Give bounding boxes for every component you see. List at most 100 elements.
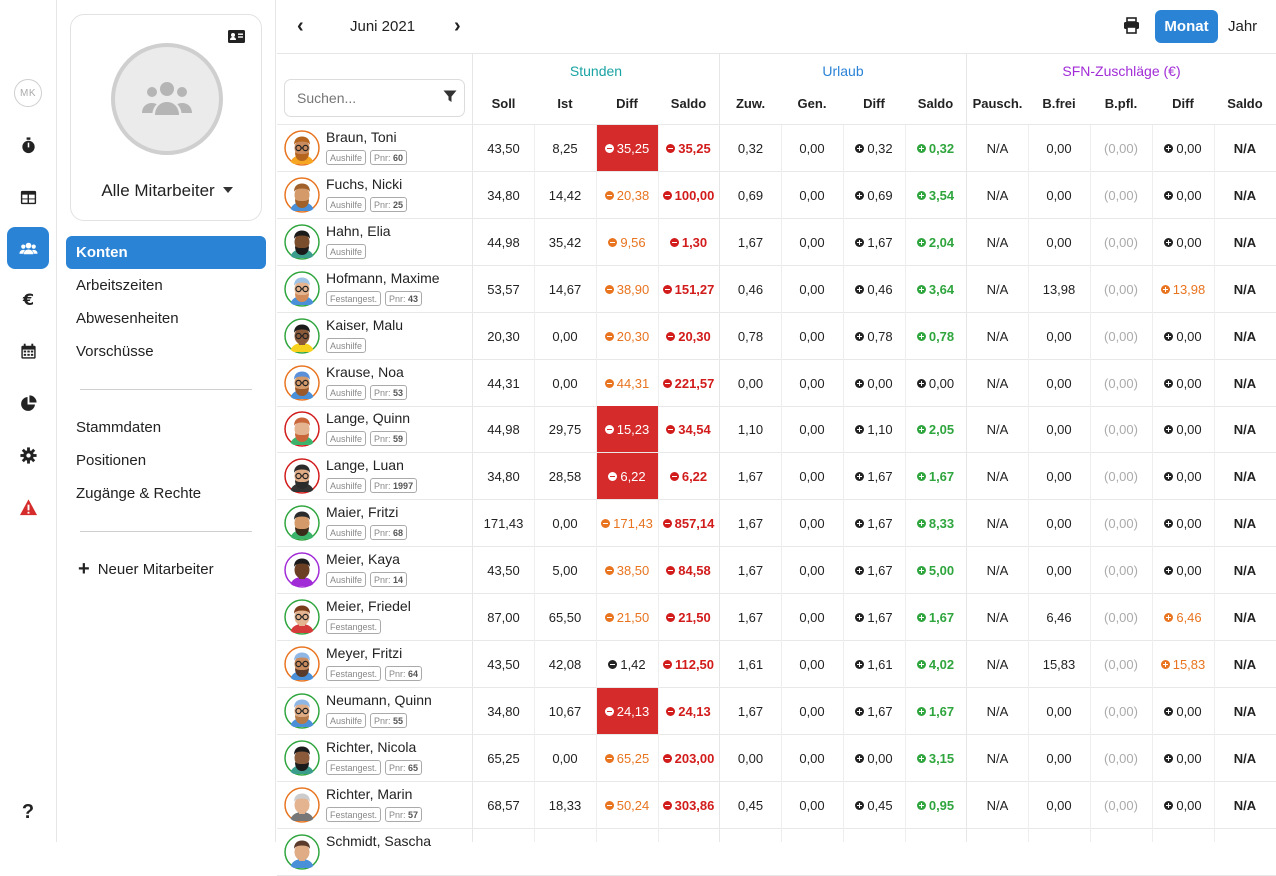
plus-circle-icon bbox=[855, 425, 865, 434]
cell-value: 100,00 bbox=[674, 188, 715, 203]
gear-icon[interactable] bbox=[7, 434, 49, 476]
employee-avatar bbox=[284, 552, 320, 588]
cell-sdiff: 0,00 bbox=[1152, 360, 1214, 407]
employee-name[interactable]: Braun, Toni bbox=[326, 129, 397, 145]
table-row[interactable]: Lange, Quinn Aushilfe Pnr: 59 44,98 29,75 15,… bbox=[277, 406, 1276, 453]
nav-arbeitszeiten[interactable]: Arbeitszeiten bbox=[66, 269, 266, 302]
cell-value: N/A bbox=[1233, 329, 1257, 344]
table-row[interactable]: Braun, Toni Aushilfe Pnr: 60 43,50 8,25 35,25… bbox=[277, 125, 1276, 172]
new-employee-button[interactable]: + Neuer Mitarbeiter bbox=[78, 559, 214, 579]
calendar-icon[interactable] bbox=[7, 330, 49, 372]
current-month: Juni 2021 bbox=[350, 18, 416, 35]
cell-saldo: 100,00 bbox=[658, 172, 719, 219]
cell-sdiff: 0,00 bbox=[1152, 406, 1214, 453]
cell-bpfl: (0,00) bbox=[1090, 782, 1152, 829]
employee-name[interactable]: Neumann, Quinn bbox=[326, 692, 432, 708]
cell-sdiff: 0,00 bbox=[1152, 172, 1214, 219]
plus-circle-icon bbox=[916, 660, 926, 669]
employee-name[interactable]: Krause, Noa bbox=[326, 364, 404, 380]
employment-type-badge: Festangest. bbox=[326, 291, 382, 306]
month-view-button[interactable]: Monat bbox=[1155, 10, 1218, 43]
cell-value: 87,00 bbox=[487, 610, 520, 625]
table-row[interactable]: Schmidt, Sascha bbox=[277, 829, 1276, 876]
nav-konten[interactable]: Konten bbox=[66, 236, 266, 269]
cell-ssaldo: N/A bbox=[1214, 360, 1276, 407]
column-header: B.frei bbox=[1042, 96, 1076, 111]
table-row[interactable]: Maier, Fritzi Aushilfe Pnr: 68 171,43 0,00 17… bbox=[277, 500, 1276, 547]
year-view-button[interactable]: Jahr bbox=[1228, 10, 1257, 43]
employee-selector[interactable]: Alle Mitarbeiter bbox=[71, 181, 263, 201]
next-month-button[interactable]: › bbox=[454, 16, 461, 36]
table-row[interactable]: Meyer, Fritzi Festangest. Pnr: 64 43,50 42,0… bbox=[277, 641, 1276, 688]
plus-circle-icon bbox=[855, 613, 865, 622]
pie-chart-icon[interactable] bbox=[7, 382, 49, 424]
cell-value: N/A bbox=[1233, 798, 1257, 813]
employee-name[interactable]: Richter, Marin bbox=[326, 786, 412, 802]
nav-stammdaten[interactable]: Stammdaten bbox=[66, 411, 266, 444]
nav-abwesenheiten[interactable]: Abwesenheiten bbox=[66, 302, 266, 335]
cell-value: 14,67 bbox=[548, 282, 582, 297]
employee-name[interactable]: Maier, Fritzi bbox=[326, 504, 398, 520]
cell-pausch: N/A bbox=[967, 125, 1028, 172]
cell-zuw: 0,45 bbox=[720, 782, 781, 829]
employee-name[interactable]: Kaiser, Malu bbox=[326, 317, 403, 333]
users-icon[interactable] bbox=[7, 227, 49, 269]
euro-icon[interactable]: € bbox=[7, 278, 49, 320]
employee-name[interactable]: Lange, Quinn bbox=[326, 410, 410, 426]
table-row[interactable]: Lange, Luan Aushilfe Pnr: 1997 34,80 28,58 6,… bbox=[277, 453, 1276, 500]
cell-gen: 0,00 bbox=[781, 594, 843, 641]
employee-name[interactable]: Hahn, Elia bbox=[326, 223, 391, 239]
table-row[interactable]: Hahn, Elia Aushilfe 44,98 35,42 9,56 1,30 1,67… bbox=[277, 219, 1276, 266]
employee-name[interactable]: Hofmann, Maxime bbox=[326, 270, 440, 286]
employee-tags: Festangest. Pnr: 43 bbox=[326, 291, 423, 306]
cell-saldo: 34,54 bbox=[658, 406, 719, 453]
table-row[interactable]: Kaiser, Malu Aushilfe 20,30 0,00 20,30 20,30 0… bbox=[277, 313, 1276, 360]
employee-name[interactable]: Fuchs, Nicki bbox=[326, 176, 402, 192]
user-initials-avatar[interactable]: MK bbox=[14, 79, 42, 107]
previous-month-button[interactable]: ‹ bbox=[297, 16, 304, 36]
employee-name[interactable]: Meier, Kaya bbox=[326, 551, 400, 567]
plus-circle-icon bbox=[1164, 566, 1174, 575]
cell-value: 6,46 bbox=[1176, 610, 1202, 625]
cell-value: 171,43 bbox=[483, 516, 524, 531]
employment-type-badge: Festangest. bbox=[326, 760, 382, 775]
help-icon[interactable]: ? bbox=[7, 791, 49, 833]
cell-value: 0,00 bbox=[1046, 235, 1072, 250]
timer-icon[interactable] bbox=[7, 124, 49, 166]
table-row[interactable]: Richter, Nicola Festangest. Pnr: 65 65,25 0,… bbox=[277, 735, 1276, 782]
cell-ist bbox=[534, 829, 596, 876]
table-row[interactable]: Neumann, Quinn Aushilfe Pnr: 55 34,80 10,67 2… bbox=[277, 688, 1276, 735]
table-row[interactable]: Richter, Marin Festangest. Pnr: 57 68,57 18,… bbox=[277, 782, 1276, 829]
table-icon[interactable] bbox=[7, 176, 49, 218]
cell-saldo: 151,27 bbox=[658, 266, 719, 313]
cell-value: N/A bbox=[1233, 422, 1257, 437]
table-row[interactable]: Meier, Kaya Aushilfe Pnr: 14 43,50 5,00 38,50… bbox=[277, 547, 1276, 594]
table-row[interactable]: Fuchs, Nicki Aushilfe Pnr: 25 34,80 14,42 20,… bbox=[277, 172, 1276, 219]
cell-value: N/A bbox=[1233, 469, 1257, 484]
employee-name[interactable]: Meyer, Fritzi bbox=[326, 645, 402, 661]
search-input[interactable] bbox=[284, 79, 465, 117]
id-card-icon[interactable] bbox=[228, 30, 245, 48]
cell-value: 221,57 bbox=[674, 376, 715, 391]
employee-name[interactable]: Lange, Luan bbox=[326, 457, 404, 473]
cell-bpfl: (0,00) bbox=[1090, 125, 1152, 172]
table-row[interactable]: Hofmann, Maxime Festangest. Pnr: 43 53,57 14… bbox=[277, 266, 1276, 313]
cell-ssaldo: N/A bbox=[1214, 547, 1276, 594]
nav-zugaenge-rechte[interactable]: Zugänge & Rechte bbox=[66, 477, 266, 510]
cell-saldo: 20,30 bbox=[658, 313, 719, 360]
cell-udiff bbox=[843, 829, 905, 876]
table-row[interactable]: Meier, Friedel Festangest. 87,00 65,50 21,50… bbox=[277, 594, 1276, 641]
nav-vorschuesse[interactable]: Vorschüsse bbox=[66, 335, 266, 368]
employee-name[interactable]: Meier, Friedel bbox=[326, 598, 411, 614]
cell-value: 0,32 bbox=[867, 141, 893, 156]
cell-soll: 44,98 bbox=[473, 406, 534, 453]
employee-name[interactable]: Schmidt, Sascha bbox=[326, 833, 431, 849]
print-icon[interactable] bbox=[1123, 17, 1140, 39]
employee-name[interactable]: Richter, Nicola bbox=[326, 739, 416, 755]
cell-ist: 35,42 bbox=[534, 219, 596, 266]
nav-positionen[interactable]: Positionen bbox=[66, 444, 266, 477]
warning-icon[interactable] bbox=[7, 486, 49, 528]
table-row[interactable]: Krause, Noa Aushilfe Pnr: 53 44,31 0,00 44,31… bbox=[277, 360, 1276, 407]
filter-icon[interactable] bbox=[443, 90, 457, 108]
cell-zuw: 0,69 bbox=[720, 172, 781, 219]
